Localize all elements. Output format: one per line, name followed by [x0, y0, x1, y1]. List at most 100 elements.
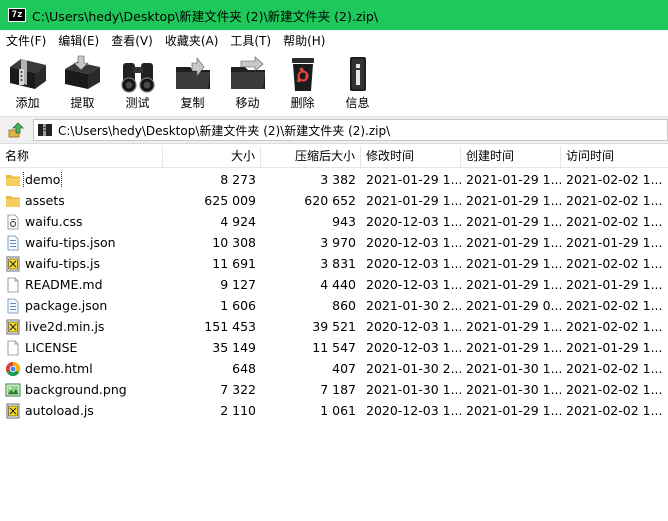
- move-label: 移动: [235, 96, 260, 110]
- column-created[interactable]: 创建时间: [461, 146, 561, 168]
- menu-tools[interactable]: 工具(T): [224, 30, 277, 52]
- file-modified: 2021-01-30 1...: [366, 382, 461, 397]
- file-created: 2021-01-29 0...: [466, 298, 561, 313]
- file-size: 648: [232, 361, 256, 376]
- file-accessed: 2021-01-29 1...: [566, 235, 663, 250]
- file-created: 2021-01-29 1...: [466, 172, 561, 187]
- info-label: 信息: [345, 96, 370, 110]
- js-file-icon: [6, 403, 20, 418]
- file-packed-size: 943: [332, 214, 356, 229]
- file-name: demo.html: [25, 360, 93, 376]
- table-row[interactable]: demo 8 273 3 382 2021-01-29 1... 2021-01…: [0, 169, 668, 190]
- file-accessed: 2021-02-02 1...: [566, 382, 663, 397]
- table-row[interactable]: autoload.js 2 110 1 061 2020-12-03 1... …: [0, 400, 668, 421]
- file-created: 2021-01-30 1...: [466, 361, 561, 376]
- extract-button[interactable]: 提取: [55, 52, 110, 112]
- table-row[interactable]: waifu-tips.json 10 308 3 970 2020-12-03 …: [0, 232, 668, 253]
- extract-icon: [64, 55, 100, 89]
- file-created: 2021-01-29 1...: [466, 235, 561, 250]
- file-packed-size: 1 061: [320, 403, 356, 418]
- file-modified: 2020-12-03 1...: [366, 235, 461, 250]
- menu-edit[interactable]: 编辑(E): [52, 30, 105, 52]
- file-accessed: 2021-02-02 1...: [566, 298, 663, 313]
- js-file-icon: [6, 256, 20, 271]
- delete-button[interactable]: 删除: [275, 52, 330, 112]
- file-size: 35 149: [212, 340, 256, 355]
- file-accessed: 2021-01-29 1...: [566, 340, 663, 355]
- table-row[interactable]: package.json 1 606 860 2021-01-30 2... 2…: [0, 295, 668, 316]
- file-created: 2021-01-29 1...: [466, 319, 561, 334]
- copy-button[interactable]: 复制: [165, 52, 220, 112]
- table-row[interactable]: assets 625 009 620 652 2021-01-29 1... 2…: [0, 190, 668, 211]
- menu-file[interactable]: 文件(F): [0, 30, 52, 52]
- file-size: 151 453: [204, 319, 256, 334]
- file-size: 2 110: [220, 403, 256, 418]
- file-name: live2d.min.js: [25, 318, 105, 334]
- move-button[interactable]: 移动: [220, 52, 275, 112]
- up-folder-button[interactable]: [4, 118, 28, 142]
- column-packed-size[interactable]: 压缩后大小: [261, 146, 361, 168]
- menu-view[interactable]: 查看(V): [105, 30, 159, 52]
- file-accessed: 2021-02-02 1...: [566, 361, 663, 376]
- table-row[interactable]: live2d.min.js 151 453 39 521 2020-12-03 …: [0, 316, 668, 337]
- menu-help[interactable]: 帮助(H): [277, 30, 331, 52]
- file-created: 2021-01-29 1...: [466, 193, 561, 208]
- file-accessed: 2021-01-29 1...: [566, 277, 663, 292]
- text-file-icon: [7, 277, 19, 292]
- file-packed-size: 4 440: [320, 277, 356, 292]
- file-name: autoload.js: [25, 402, 94, 418]
- file-created: 2021-01-29 1...: [466, 277, 561, 292]
- file-packed-size: 860: [332, 298, 356, 313]
- menu-favorites[interactable]: 收藏夹(A): [159, 30, 225, 52]
- file-name: assets: [25, 192, 65, 208]
- folder-icon: [6, 195, 20, 207]
- file-list: demo 8 273 3 382 2021-01-29 1... 2021-01…: [0, 169, 668, 521]
- file-name: LICENSE: [25, 339, 78, 355]
- table-row[interactable]: LICENSE 35 149 11 547 2020-12-03 1... 20…: [0, 337, 668, 358]
- copy-icon: [175, 57, 210, 89]
- 7zip-app-icon[interactable]: 7z: [8, 8, 26, 22]
- table-row[interactable]: waifu.css 4 924 943 2020-12-03 1... 2021…: [0, 211, 668, 232]
- file-packed-size: 39 521: [312, 319, 356, 334]
- file-name: waifu-tips.json: [25, 234, 116, 250]
- column-modified[interactable]: 修改时间: [361, 146, 461, 168]
- info-icon: [349, 57, 366, 91]
- menu-bar: 文件(F) 编辑(E) 查看(V) 收藏夹(A) 工具(T) 帮助(H): [0, 30, 668, 52]
- column-name[interactable]: 名称: [0, 146, 163, 168]
- table-row[interactable]: background.png 7 322 7 187 2021-01-30 1.…: [0, 379, 668, 400]
- add-button[interactable]: 添加: [0, 52, 55, 112]
- test-label: 测试: [125, 96, 150, 110]
- file-modified: 2021-01-30 2...: [366, 298, 461, 313]
- css-file-icon: [7, 214, 19, 229]
- delete-label: 删除: [290, 96, 315, 110]
- test-icon: [120, 63, 155, 93]
- add-icon: [9, 59, 46, 89]
- info-button[interactable]: 信息: [330, 52, 385, 112]
- file-accessed: 2021-02-02 1...: [566, 172, 663, 187]
- delete-icon: [291, 58, 314, 91]
- file-name: waifu.css: [25, 213, 83, 229]
- address-bar: C:\Users\hedy\Desktop\新建文件夹 (2)\新建文件夹 (2…: [0, 116, 668, 144]
- column-accessed[interactable]: 访问时间: [561, 146, 668, 168]
- file-size: 11 691: [212, 256, 256, 271]
- toolbar: 添加 提取 测试 复制 移动 删除 信息: [0, 52, 668, 114]
- file-packed-size: 11 547: [312, 340, 356, 355]
- chrome-html-icon: [6, 361, 20, 376]
- file-size: 1 606: [220, 298, 256, 313]
- file-created: 2021-01-29 1...: [466, 214, 561, 229]
- table-row[interactable]: demo.html 648 407 2021-01-30 2... 2021-0…: [0, 358, 668, 379]
- table-row[interactable]: waifu-tips.js 11 691 3 831 2020-12-03 1.…: [0, 253, 668, 274]
- file-modified: 2020-12-03 1...: [366, 277, 461, 292]
- file-packed-size: 7 187: [320, 382, 356, 397]
- path-text: C:\Users\hedy\Desktop\新建文件夹 (2)\新建文件夹 (2…: [58, 123, 391, 138]
- file-name: package.json: [25, 297, 108, 313]
- file-modified: 2020-12-03 1...: [366, 403, 461, 418]
- file-name: demo: [22, 171, 63, 188]
- file-modified: 2020-12-03 1...: [366, 319, 461, 334]
- column-size[interactable]: 大小: [163, 146, 261, 168]
- file-name: waifu-tips.js: [25, 255, 100, 271]
- test-button[interactable]: 测试: [110, 52, 165, 112]
- table-row[interactable]: README.md 9 127 4 440 2020-12-03 1... 20…: [0, 274, 668, 295]
- archive-icon: [38, 124, 52, 136]
- path-input[interactable]: C:\Users\hedy\Desktop\新建文件夹 (2)\新建文件夹 (2…: [33, 119, 668, 141]
